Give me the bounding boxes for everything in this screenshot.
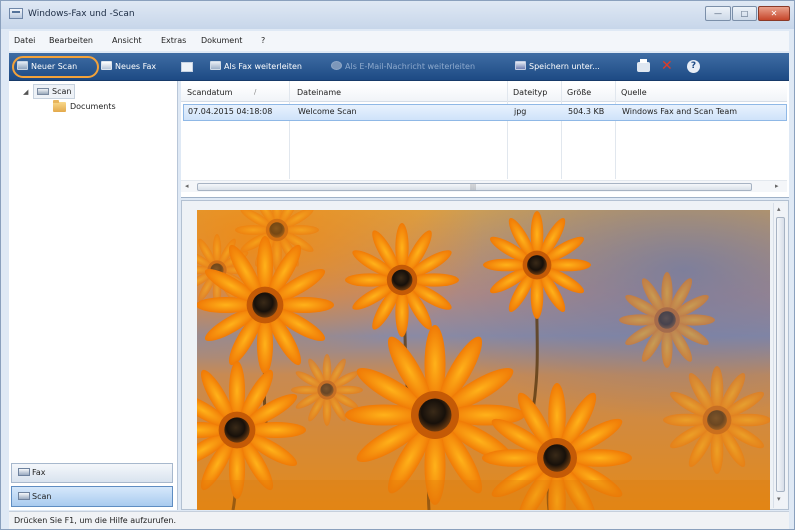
nav-fax-label: Fax [32,468,46,477]
scroll-right-icon[interactable]: ▸ [775,182,779,190]
scanner-icon [18,492,30,500]
status-bar: Drücken Sie F1, um die Hilfe aufzurufen. [9,511,789,529]
column-dateiname[interactable]: Dateiname [297,88,341,97]
nav-fax-button[interactable]: Fax [11,463,173,483]
scanner-icon [17,61,28,70]
horizontal-scrollbar[interactable]: ◂ ||| ▸ [181,180,787,192]
forward-fax-label: Als Fax weiterleiten [224,62,302,71]
forward-email-label: Als E-Mail-Nachricht weiterleiten [345,62,476,71]
menu-bar: Datei Bearbeiten Ansicht Extras Dokument… [9,31,789,51]
view-icon[interactable] [181,62,193,72]
cell-dateityp: jpg [514,107,527,116]
menu-dokument[interactable]: Dokument [201,36,242,45]
new-fax-label: Neues Fax [115,62,157,71]
column-divider [561,81,562,179]
nav-scan-label: Scan [32,492,52,501]
scroll-down-icon[interactable]: ▾ [777,495,781,503]
menu-help[interactable]: ? [261,36,265,45]
tree-item-documents-label: Documents [70,102,116,111]
close-button[interactable]: ✕ [758,6,790,21]
menu-bearbeiten[interactable]: Bearbeiten [49,36,93,45]
forward-fax-icon [210,61,221,70]
new-fax-button[interactable]: Neues Fax [101,59,156,75]
column-divider [289,81,290,179]
horizontal-scroll-thumb[interactable]: ||| [197,183,752,191]
tree-item-scan-label: Scan [52,87,72,96]
cell-scandatum: 07.04.2015 04:18:08 [188,107,273,116]
cell-dateiname: Welcome Scan [298,107,357,116]
preview-image [197,210,770,510]
scroll-up-icon[interactable]: ▴ [777,205,781,213]
status-text: Drücken Sie F1, um die Hilfe aufzurufen. [14,516,177,525]
scroll-left-icon[interactable]: ◂ [185,182,189,190]
folder-icon [53,100,66,112]
column-groesse[interactable]: Größe [567,88,591,97]
app-icon [9,8,23,19]
menu-datei[interactable]: Datei [14,36,35,45]
list-header: Scandatum / Dateiname Dateityp Größe Que… [181,84,787,102]
forward-fax-button[interactable]: Als Fax weiterleiten [210,59,302,75]
title-bar: Windows-Fax und -Scan — □ ✕ [1,1,794,29]
nav-scan-button[interactable]: Scan [11,486,173,507]
column-dateityp[interactable]: Dateityp [513,88,547,97]
tree-item-scan[interactable]: Scan [33,84,76,99]
grip-icon: ||| [470,184,477,191]
app-window: Windows-Fax und -Scan — □ ✕ Datei Bearbe… [0,0,795,530]
table-row[interactable]: 07.04.2015 04:18:08 Welcome Scan jpg 504… [183,104,787,121]
help-icon[interactable]: ? [687,60,700,73]
orange-daisies-photo [197,210,770,510]
toolbar: Neuer Scan Neues Fax Als Fax weiterleite… [9,53,789,81]
tree-expand-icon[interactable]: ◢ [23,88,28,96]
print-icon[interactable] [637,59,650,72]
delete-icon[interactable]: ✕ [661,58,673,74]
email-icon [331,61,342,70]
new-scan-button[interactable]: Neuer Scan [17,59,77,75]
file-list: Scandatum / Dateiname Dateityp Größe Que… [181,81,789,198]
column-scandatum[interactable]: Scandatum [187,88,232,97]
folder-tree-pane: ◢ Scan Documents [9,81,178,510]
save-icon [515,61,526,70]
preview-pane: ▴ ▾ [181,200,789,510]
menu-extras[interactable]: Extras [161,36,186,45]
cell-groesse: 504.3 KB [568,107,605,116]
scanner-icon [37,88,49,95]
minimize-button[interactable]: — [705,6,731,21]
column-divider [507,81,508,179]
fax-icon [101,61,112,70]
vertical-scrollbar[interactable]: ▴ ▾ [773,203,787,508]
new-scan-label: Neuer Scan [31,62,78,71]
column-divider [615,81,616,179]
vertical-scroll-thumb[interactable] [776,217,785,492]
save-as-button[interactable]: Speichern unter... [515,59,600,75]
fax-icon [18,468,30,476]
cell-quelle: Windows Fax and Scan Team [622,107,738,116]
sort-indicator: / [254,88,257,96]
window-title: Windows-Fax und -Scan [28,9,135,19]
menu-ansicht[interactable]: Ansicht [112,36,142,45]
column-quelle[interactable]: Quelle [621,88,647,97]
forward-email-button[interactable]: Als E-Mail-Nachricht weiterleiten [331,59,475,75]
maximize-button[interactable]: □ [732,6,757,21]
save-as-label: Speichern unter... [529,62,600,71]
tree-item-documents[interactable]: Documents [53,100,116,114]
